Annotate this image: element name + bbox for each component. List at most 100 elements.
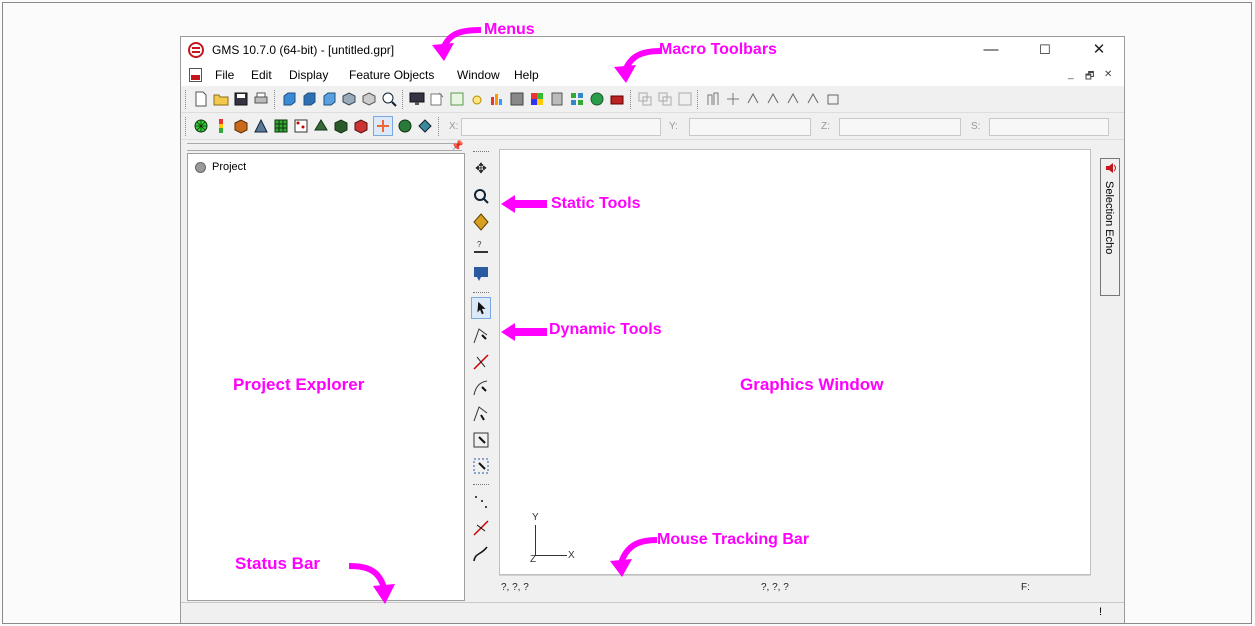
- create-arc-icon[interactable]: [471, 351, 491, 373]
- s-coordinate-field[interactable]: [989, 118, 1109, 136]
- annotation-dynamic-tools: Dynamic Tools: [549, 321, 662, 338]
- contours-icon[interactable]: [489, 91, 505, 107]
- select-tool-button[interactable]: [471, 297, 491, 319]
- toolbar-grip[interactable]: [185, 117, 188, 136]
- annotation-status-bar: Status Bar: [235, 554, 321, 573]
- measure-icon[interactable]: ?: [471, 237, 491, 259]
- pan-icon[interactable]: ✥: [471, 157, 491, 179]
- close-button[interactable]: ✕: [1084, 40, 1114, 60]
- project-root-item[interactable]: Project: [212, 161, 246, 173]
- rotate-view-icon[interactable]: [361, 91, 377, 107]
- annotation-icon[interactable]: [471, 263, 491, 285]
- ugrid-module-icon[interactable]: [417, 118, 433, 134]
- select-arrow-icon: [477, 301, 486, 315]
- toolbox-icon[interactable]: [609, 91, 625, 107]
- display-options-icon[interactable]: [409, 91, 425, 107]
- view-side-icon[interactable]: [301, 91, 317, 107]
- minimize-button[interactable]: —: [976, 40, 1006, 60]
- macro-tool-7-icon[interactable]: [825, 91, 841, 107]
- speaker-icon: [1106, 163, 1116, 173]
- selection-echo-tab[interactable]: Selection Echo: [1100, 158, 1120, 296]
- frame-image-icon[interactable]: [449, 91, 465, 107]
- open-folder-icon[interactable]: [213, 91, 229, 107]
- maximize-button[interactable]: ☐: [1030, 40, 1060, 60]
- menu-edit[interactable]: Edit: [251, 68, 272, 82]
- tin-module-icon[interactable]: [193, 118, 209, 134]
- tool-grip[interactable]: [473, 151, 489, 154]
- create-points-icon[interactable]: [471, 491, 491, 513]
- gis-module-icon[interactable]: [397, 118, 413, 134]
- menu-help[interactable]: Help: [514, 68, 539, 82]
- print-icon[interactable]: [253, 91, 269, 107]
- data-calculator-icon[interactable]: [569, 91, 585, 107]
- get-info-icon[interactable]: [429, 91, 445, 107]
- macro-tool-5-icon[interactable]: [785, 91, 801, 107]
- window-title: GMS 10.7.0 (64-bit) - [untitled.gpr]: [212, 43, 395, 57]
- mdi-close-button[interactable]: ✕: [1104, 69, 1112, 80]
- menu-feature-objects[interactable]: Feature Objects: [349, 68, 434, 82]
- pin-icon[interactable]: 📌: [451, 141, 463, 152]
- shading-icon[interactable]: [509, 91, 525, 107]
- view-front-icon[interactable]: [281, 91, 297, 107]
- globe-icon[interactable]: [589, 91, 605, 107]
- zoom-extents-icon[interactable]: [381, 91, 397, 107]
- project-icon: [195, 162, 206, 173]
- mesh-3d-module-icon[interactable]: [313, 118, 329, 134]
- macro-tool-1-icon[interactable]: [705, 91, 721, 107]
- save-icon[interactable]: [233, 91, 249, 107]
- macro-tool-3-icon[interactable]: [745, 91, 761, 107]
- tool-grip[interactable]: [473, 292, 489, 295]
- select-arc-icon[interactable]: [471, 377, 491, 399]
- borehole-module-icon[interactable]: [213, 118, 229, 134]
- menu-window[interactable]: Window: [457, 68, 500, 82]
- mdi-restore-button[interactable]: 🗗: [1085, 69, 1094, 86]
- tracking-function-label: F:: [1021, 582, 1030, 593]
- status-bar: !: [181, 602, 1124, 623]
- menu-file[interactable]: File: [215, 68, 234, 82]
- solid-module-icon[interactable]: [233, 118, 249, 134]
- z-label: Z:: [821, 121, 830, 132]
- arrow-macro-toolbars: [614, 48, 662, 83]
- figure-frame: GMS 10.7.0 (64-bit) - [untitled.gpr] — ☐…: [2, 2, 1252, 624]
- calculator-icon[interactable]: [549, 91, 565, 107]
- map-module-button[interactable]: [373, 116, 393, 136]
- x-coordinate-field[interactable]: [461, 118, 661, 136]
- selection-echo-label: Selection Echo: [1103, 181, 1115, 255]
- view-top-icon[interactable]: [321, 91, 337, 107]
- arrow-mouse-tracking-bar: [610, 537, 658, 577]
- grid-2d-module-icon[interactable]: [273, 118, 289, 134]
- create-line-icon[interactable]: [471, 517, 491, 539]
- view-oblique-icon[interactable]: [341, 91, 357, 107]
- macro-tool-4-icon[interactable]: [765, 91, 781, 107]
- annotation-project-explorer: Project Explorer: [233, 375, 365, 394]
- toolbar-grip[interactable]: [185, 90, 188, 109]
- scatter-2d-module-icon[interactable]: [293, 118, 309, 134]
- scatter-3d-module-icon[interactable]: [353, 118, 369, 134]
- rotate-icon[interactable]: [471, 211, 491, 233]
- y-axis-triad: [535, 525, 536, 555]
- lighting-icon[interactable]: [469, 91, 485, 107]
- mesh-2d-module-icon[interactable]: [253, 118, 269, 134]
- select-arc-group-icon[interactable]: [471, 403, 491, 425]
- new-file-icon[interactable]: [193, 91, 209, 107]
- z-coordinate-field[interactable]: [839, 118, 961, 136]
- explorer-drag-handle[interactable]: [187, 143, 462, 151]
- z-axis-label: Z: [530, 554, 537, 565]
- tool-grip[interactable]: [473, 484, 489, 487]
- color-ramp-icon[interactable]: [529, 91, 545, 107]
- mdi-minimize-button[interactable]: _: [1068, 69, 1074, 80]
- toolbar-separator: [630, 90, 633, 109]
- menu-display[interactable]: Display: [289, 68, 328, 82]
- create-curve-icon[interactable]: [471, 543, 491, 565]
- toolbar-separator: [438, 117, 441, 136]
- select-polygon-icon[interactable]: [471, 429, 491, 451]
- y-coordinate-field[interactable]: [689, 118, 811, 136]
- toolbar-separator: [402, 90, 405, 109]
- macro-tool-2-icon[interactable]: [725, 91, 741, 107]
- zoom-icon[interactable]: [471, 185, 491, 207]
- select-region-icon[interactable]: [471, 455, 491, 477]
- document-icon[interactable]: [189, 68, 202, 82]
- macro-tool-6-icon[interactable]: [805, 91, 821, 107]
- select-vertex-icon[interactable]: [471, 325, 491, 347]
- grid-3d-module-icon[interactable]: [333, 118, 349, 134]
